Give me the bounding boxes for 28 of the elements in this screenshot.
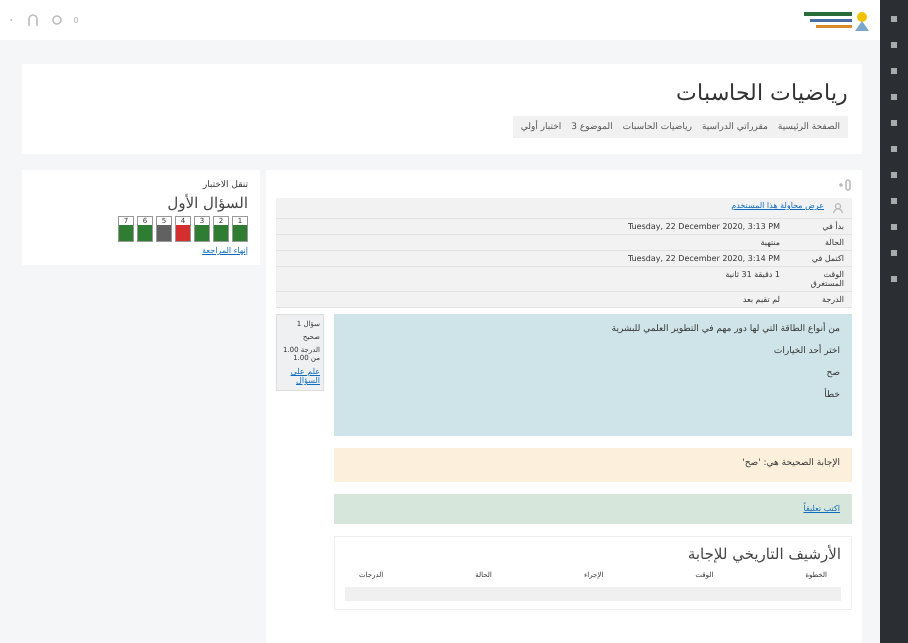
course-title: رياضيات الحاسبات	[675, 80, 848, 106]
user-link[interactable]: عرض محاولة هذا المستخدم	[731, 201, 824, 215]
breadcrumb-link[interactable]: مقرراتي الدراسية	[702, 122, 768, 132]
breadcrumb-link[interactable]: الصفحة الرئيسية	[778, 122, 840, 132]
question-prompt: اختر أحد الخيارات	[772, 346, 840, 356]
summary-value: 1 دقيقة 31 ثانية	[725, 270, 780, 281]
breadcrumb-link[interactable]: الموضوع 3	[571, 122, 613, 132]
summary-value: منتهية	[760, 238, 780, 247]
summary-label: الحالة	[824, 238, 844, 247]
breadcrumb-link[interactable]: رياضيات الحاسبات	[622, 122, 692, 132]
finish-review-link[interactable]: إنهاء المراجعة	[34, 246, 248, 255]
summary-label: الوقت المستغرق	[810, 270, 844, 288]
question-text: من أنواع الطاقة التي لها دور مهم في التطوير العلمي للبشرية	[610, 324, 840, 334]
flag-link[interactable]: علم على السؤال	[280, 367, 320, 385]
answer-option[interactable]: صح	[346, 368, 840, 378]
feedback-text: الإجابة الصحيحة هي: 'صح'	[741, 458, 840, 468]
history-title: الأرشيف التاريخي للإجابة	[686, 545, 841, 563]
comment-link[interactable]: اكتب تعليقاً	[346, 504, 840, 513]
summary-label: الدرجة	[821, 295, 844, 304]
summary-label: بدأ في	[821, 222, 844, 231]
answer-option[interactable]: خطأ	[346, 390, 840, 400]
summary-value: Tuesday, 22 December 2020, 3:14 PM	[628, 254, 780, 263]
summary-label: اكتمل في	[810, 254, 844, 263]
section-heading: السؤال الأول	[166, 194, 248, 212]
summary-value: لم تقيم بعد	[742, 295, 780, 304]
breadcrumb-link[interactable]: اختبار أولي	[520, 122, 562, 132]
block-title: تنقل الاختبار	[202, 180, 248, 190]
summary-value: Tuesday, 22 December 2020, 3:13 PM	[628, 222, 780, 231]
